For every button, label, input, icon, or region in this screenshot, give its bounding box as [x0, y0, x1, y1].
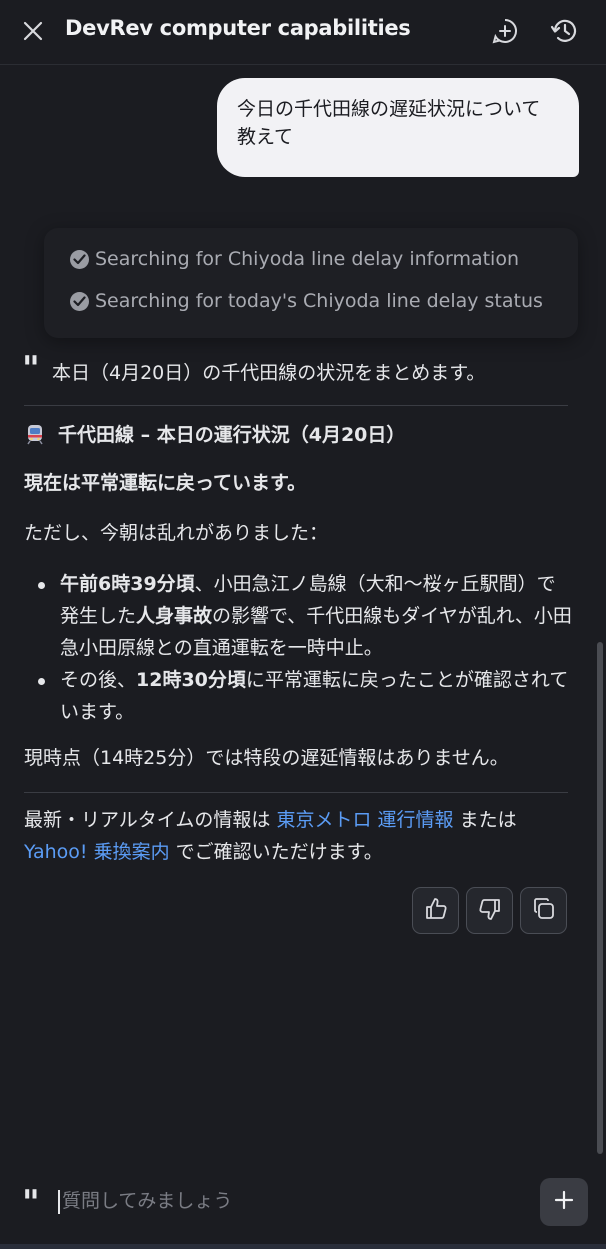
time-emphasis: 午前6時39分頃	[60, 573, 195, 595]
list-item: 午前6時39分頃、小田急江ノ島線（大和〜桜ヶ丘駅間）で発生した人身事故の影響で、…	[24, 568, 574, 664]
chat-input[interactable]: 質問してみましょう	[62, 1186, 522, 1216]
tokyo-metro-link[interactable]: 東京メトロ 運行情報	[276, 809, 453, 831]
check-circle-icon	[70, 291, 89, 311]
close-icon[interactable]	[20, 18, 46, 44]
train-icon	[24, 423, 46, 445]
incident-emphasis: 人身事故	[136, 605, 213, 627]
assistant-quote-icon: "	[22, 349, 40, 389]
intro-text: ただし、今朝は乱れがありました：	[24, 522, 329, 544]
footer-text: 最新・リアルタイムの情報は 東京メトロ 運行情報 または Yahoo! 乗換案内…	[24, 804, 574, 868]
plus-icon	[553, 1189, 575, 1215]
thumbs-down-button[interactable]	[466, 887, 513, 934]
header: DevRev computer capabilities	[0, 0, 606, 62]
details-list: 午前6時39分頃、小田急江ノ島線（大和〜桜ヶ丘駅間）で発生した人身事故の影響で、…	[24, 568, 574, 728]
step-label: Searching for Chiyoda line delay informa…	[95, 248, 520, 270]
footer-divider	[24, 792, 568, 793]
user-message-bubble: 今日の千代田線の遅延状況について教えて	[217, 78, 579, 177]
new-chat-icon[interactable]	[490, 16, 520, 46]
user-message-text: 今日の千代田線の遅延状況について教えて	[237, 98, 541, 148]
list-text: その後、	[60, 669, 137, 691]
text-caret	[58, 1190, 60, 1214]
answer-divider	[24, 405, 568, 406]
answer-summary: 本日（4月20日）の千代田線の状況をまとめます。	[52, 362, 486, 384]
page-title: DevRev computer capabilities	[65, 16, 411, 40]
current-status-text: 現時点（14時25分）では特段の遅延情報はありません。	[24, 747, 509, 769]
thumbs-down-icon	[477, 896, 503, 926]
header-divider	[0, 64, 606, 65]
list-item: その後、12時30分頃に平常運転に戻ったことが確認されています。	[24, 664, 574, 728]
bottom-bar	[0, 1244, 606, 1249]
composer-quote-icon: "	[22, 1183, 40, 1223]
scrollbar[interactable]	[597, 642, 603, 1154]
footer-text-part: または	[453, 809, 517, 831]
thumbs-up-icon	[423, 896, 449, 926]
step-label: Searching for today's Chiyoda line delay…	[95, 290, 543, 312]
copy-icon	[531, 896, 557, 926]
section-title-text: 千代田線 – 本日の運行状況（4月20日）	[58, 424, 406, 446]
footer-text-part: 最新・リアルタイムの情報は	[24, 809, 277, 831]
footer-text-part: でご確認いただけます。	[169, 841, 383, 863]
step-item: Searching for Chiyoda line delay informa…	[70, 238, 552, 280]
check-circle-icon	[70, 249, 89, 269]
step-item: Searching for today's Chiyoda line delay…	[70, 280, 552, 322]
tool-steps-panel: Searching for Chiyoda line delay informa…	[44, 228, 578, 338]
time-emphasis: 12時30分頃	[136, 669, 246, 691]
history-icon[interactable]	[549, 16, 579, 46]
thumbs-up-button[interactable]	[412, 887, 459, 934]
add-button[interactable]	[540, 1178, 588, 1226]
copy-button[interactable]	[520, 887, 567, 934]
yahoo-transit-link[interactable]: Yahoo! 乗換案内	[24, 841, 170, 863]
section-title: 千代田線 – 本日の運行状況（4月20日）	[24, 420, 405, 447]
status-text: 現在は平常運転に戻っています。	[24, 472, 307, 494]
